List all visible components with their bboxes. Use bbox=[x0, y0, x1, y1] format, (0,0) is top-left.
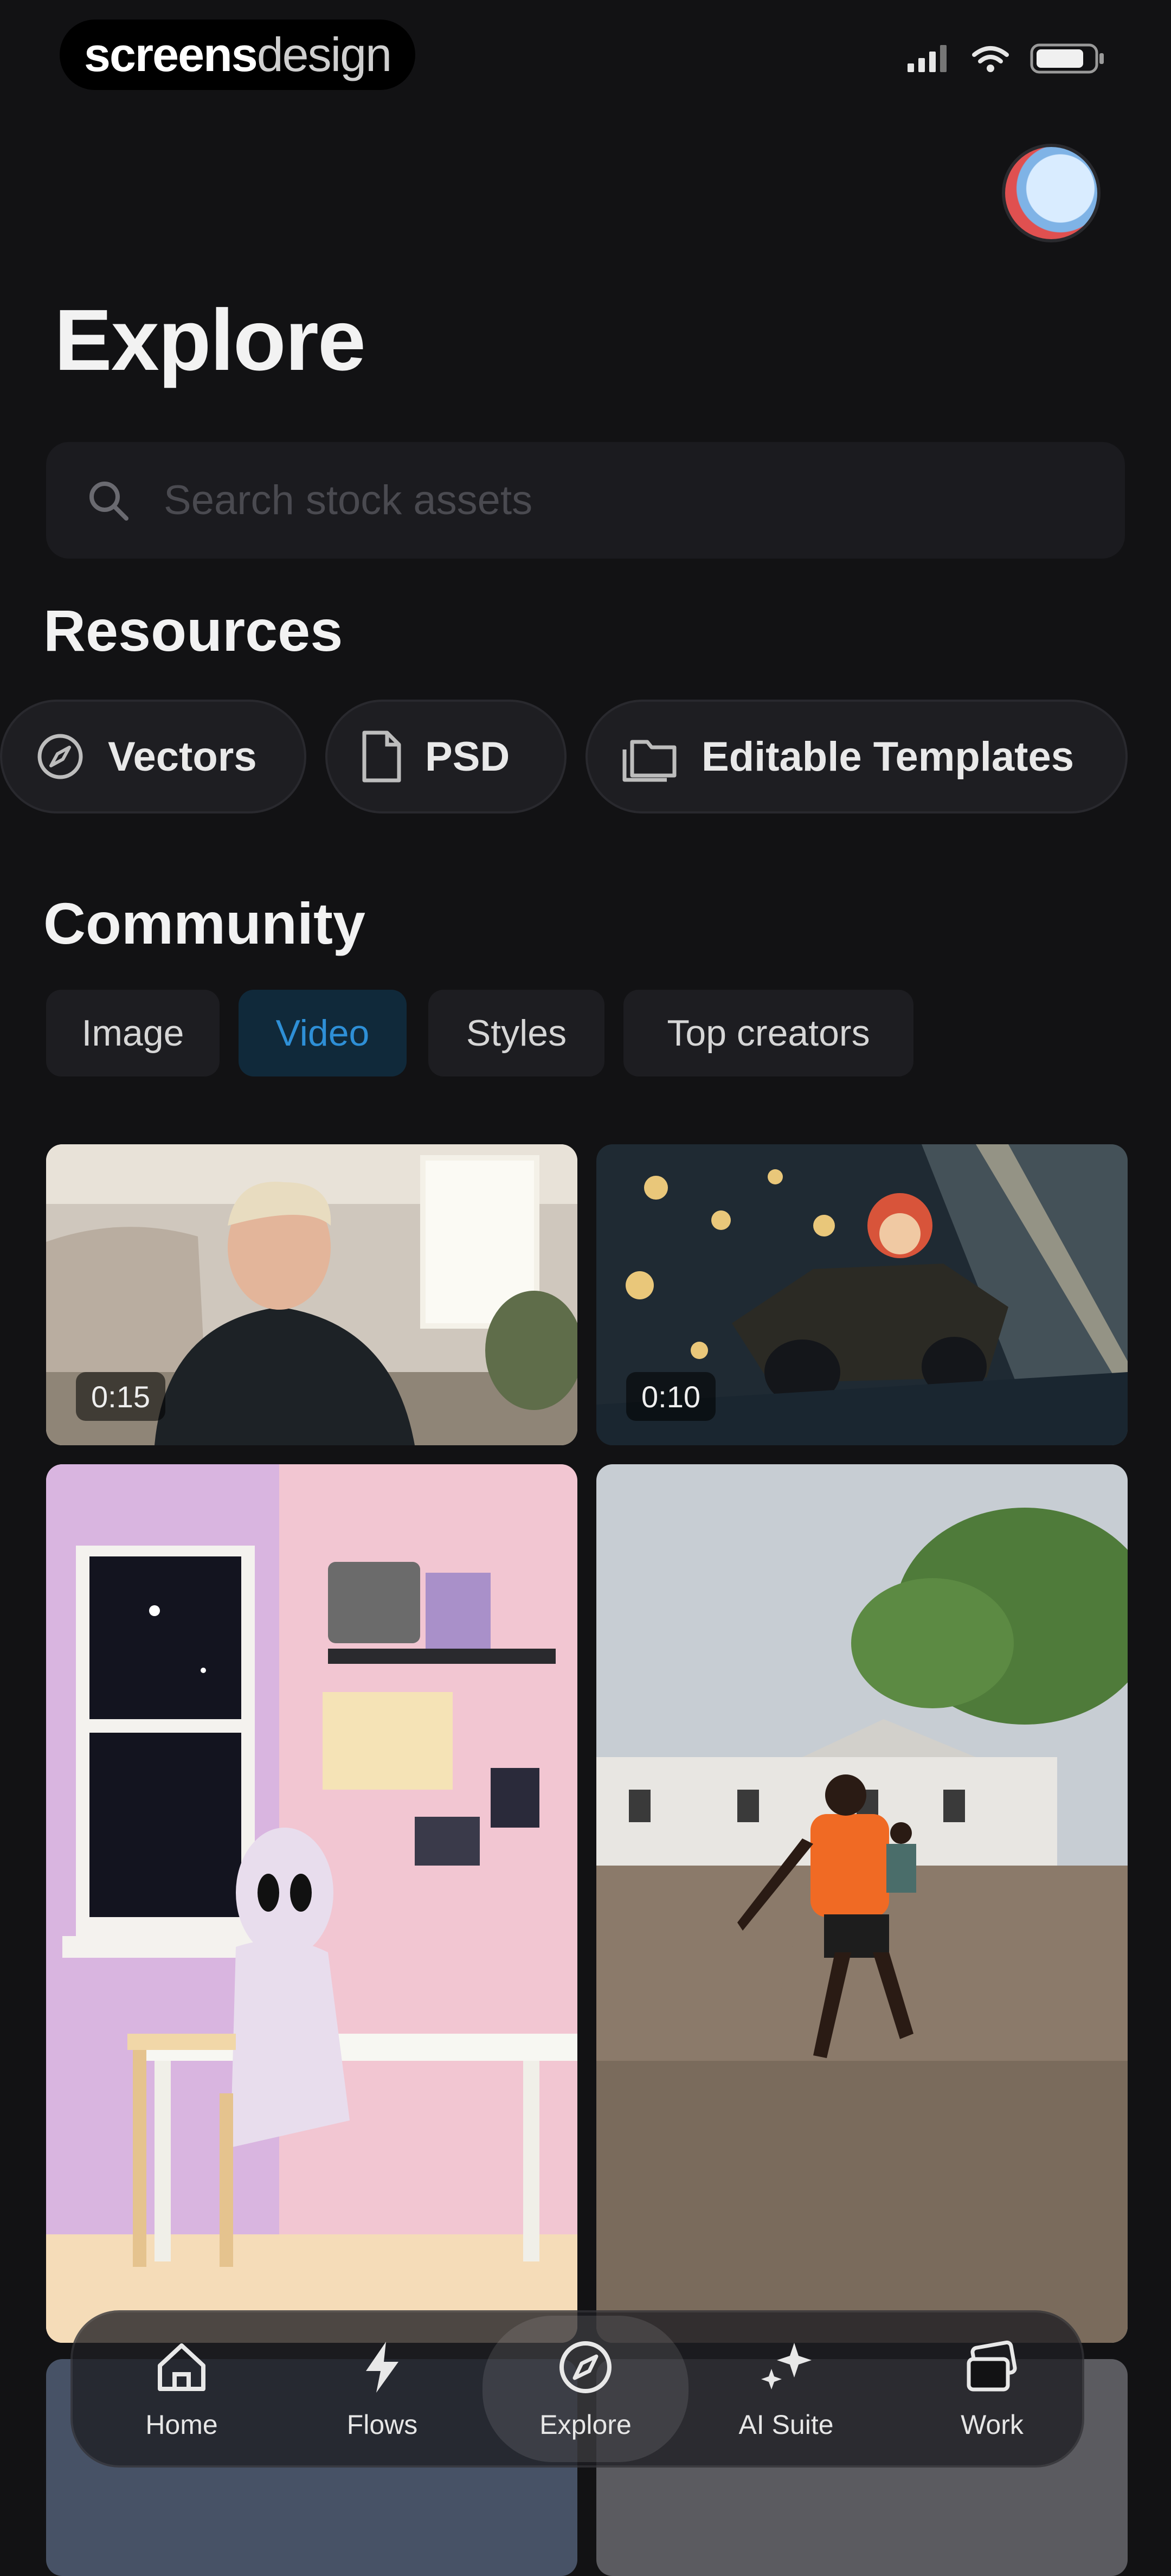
tab-styles[interactable]: Styles bbox=[428, 990, 604, 1076]
nav-label: Work bbox=[961, 2410, 1024, 2440]
resource-editable-templates[interactable]: Editable Templates bbox=[586, 700, 1128, 813]
resource-label: Vectors bbox=[108, 733, 257, 780]
duration-badge: 0:10 bbox=[626, 1372, 716, 1421]
search-icon bbox=[89, 481, 128, 521]
avatar[interactable] bbox=[1002, 144, 1101, 242]
image-thumbnail bbox=[46, 1464, 577, 2343]
brand-bold: screens bbox=[84, 28, 258, 81]
nav-explore[interactable]: Explore bbox=[482, 2316, 689, 2462]
resources-heading: Resources bbox=[43, 598, 343, 663]
search-bar[interactable] bbox=[46, 442, 1125, 559]
page-title: Explore bbox=[54, 291, 366, 388]
signal-icon bbox=[908, 45, 947, 72]
resource-label: PSD bbox=[425, 733, 510, 780]
home-icon bbox=[158, 2343, 205, 2391]
brand-light: design bbox=[256, 28, 392, 81]
nav-label: AI Suite bbox=[738, 2410, 834, 2440]
community-heading: Community bbox=[43, 890, 365, 956]
nav-flows[interactable]: Flows bbox=[312, 2318, 453, 2459]
resource-vectors[interactable]: Vectors bbox=[0, 700, 306, 813]
media-card[interactable] bbox=[46, 1464, 577, 2343]
resource-psd[interactable]: PSD bbox=[325, 700, 567, 813]
status-icons bbox=[908, 43, 1106, 74]
lightning-icon bbox=[366, 2342, 398, 2393]
duration-badge: 0:15 bbox=[76, 1372, 165, 1421]
document-icon bbox=[360, 729, 403, 784]
nav-label: Home bbox=[145, 2410, 218, 2440]
nav-ai-suite[interactable]: AI Suite bbox=[716, 2318, 857, 2459]
image-thumbnail bbox=[596, 1464, 1128, 2343]
wifi-icon bbox=[972, 46, 1009, 72]
compass-icon bbox=[35, 731, 86, 783]
search-input[interactable] bbox=[163, 476, 1032, 524]
media-card[interactable]: 0:15 bbox=[46, 1144, 577, 1445]
nav-label: Explore bbox=[539, 2410, 632, 2440]
nav-home[interactable]: Home bbox=[111, 2318, 252, 2459]
tab-top-creators[interactable]: Top creators bbox=[623, 990, 913, 1076]
stack-icon bbox=[967, 2340, 1017, 2392]
media-card[interactable] bbox=[596, 1464, 1128, 2343]
tab-video[interactable]: Video bbox=[239, 990, 407, 1076]
media-card[interactable]: 0:10 bbox=[596, 1144, 1128, 1445]
nav-work[interactable]: Work bbox=[922, 2318, 1063, 2459]
brand-logo: screens design bbox=[60, 20, 416, 90]
sparkles-icon bbox=[761, 2343, 812, 2389]
resource-label: Editable Templates bbox=[702, 733, 1075, 780]
tab-image[interactable]: Image bbox=[46, 990, 220, 1076]
compass-icon bbox=[559, 2341, 612, 2393]
nav-label: Flows bbox=[346, 2410, 418, 2440]
folders-icon bbox=[620, 731, 680, 783]
battery-icon bbox=[1030, 43, 1104, 74]
